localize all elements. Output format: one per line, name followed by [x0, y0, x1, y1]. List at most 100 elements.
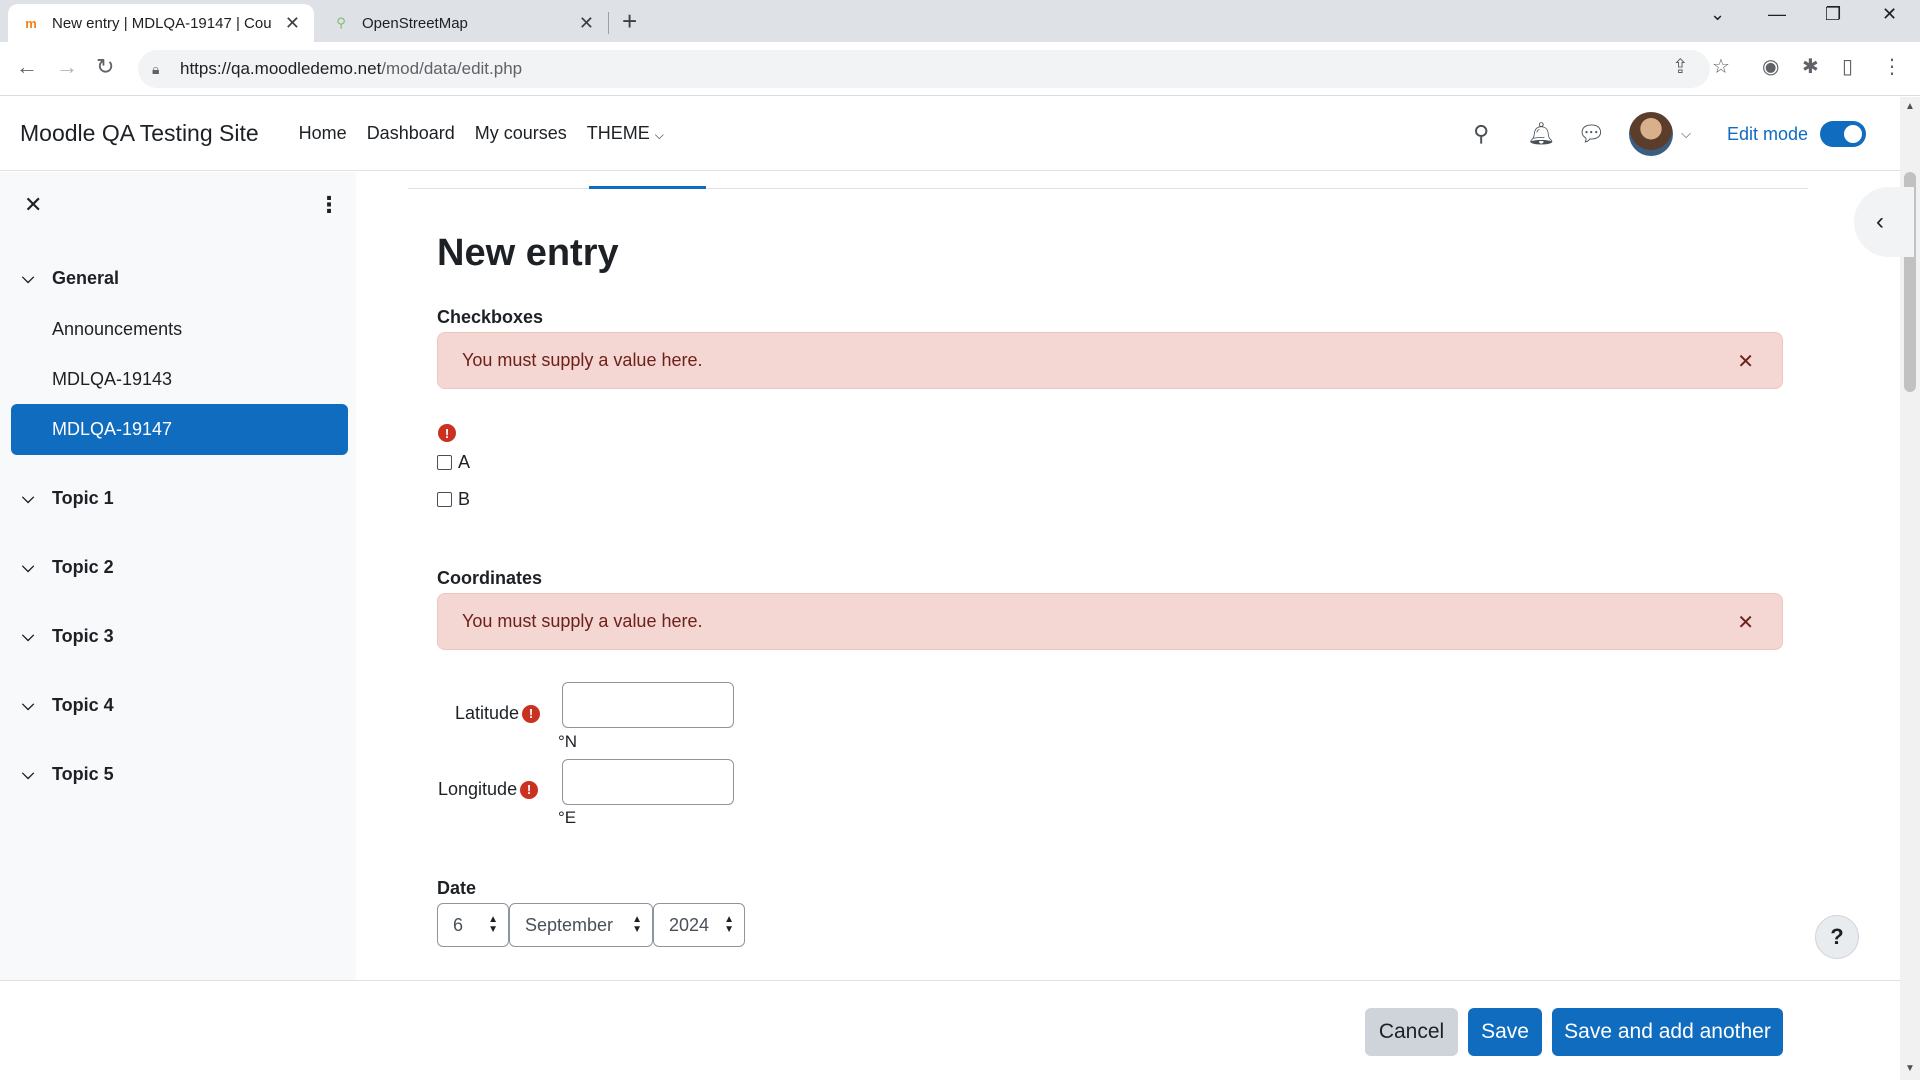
select-caret-icon: ▲ ▼	[488, 914, 498, 935]
latitude-input[interactable]	[562, 682, 734, 728]
course-item-mdlqa-19147[interactable]: MDLQA-19147	[11, 404, 348, 455]
course-item-mdlqa-19143[interactable]: MDLQA-19143	[52, 369, 172, 390]
lock-icon: 🔒︎	[152, 60, 160, 77]
section-topic-3[interactable]: ⌵ Topic 3	[22, 626, 114, 647]
section-topic-5[interactable]: ⌵ Topic 5	[22, 764, 114, 785]
edit-mode-toggle[interactable]	[1820, 121, 1866, 147]
chevron-down-icon: ⌵	[22, 696, 35, 714]
page-title: New entry	[437, 232, 619, 274]
primary-navigation: Home Dashboard My courses THEME ⌵	[299, 123, 664, 144]
browser-menu-icon[interactable]: ⋮	[1882, 54, 1902, 79]
url-path: /mod/data/edit.php	[381, 59, 523, 78]
alert-message: You must supply a value here.	[462, 611, 703, 631]
messages-icon[interactable]: 💬︎	[1577, 121, 1605, 147]
longitude-input[interactable]	[562, 759, 734, 805]
user-menu-chevron-icon[interactable]: ⌵	[1681, 126, 1691, 142]
chevron-left-icon: ‹	[1876, 208, 1884, 235]
coordinates-error-alert: You must supply a value here. ✕	[437, 593, 1783, 650]
url-host: https://qa.moodledemo.net	[180, 59, 382, 78]
course-item-announcements[interactable]: Announcements	[52, 319, 182, 340]
section-topic-2[interactable]: ⌵ Topic 2	[22, 557, 114, 578]
help-icon: ?	[1830, 924, 1844, 949]
chevron-down-icon: ⌵	[22, 765, 35, 783]
section-label: Topic 4	[52, 695, 114, 715]
dismiss-alert-icon[interactable]: ✕	[1737, 610, 1754, 635]
checkbox-b[interactable]	[437, 492, 452, 507]
back-icon[interactable]: ←	[16, 54, 38, 80]
user-avatar[interactable]	[1629, 112, 1674, 156]
section-label: General	[52, 268, 120, 288]
nav-theme[interactable]: THEME ⌵	[587, 123, 664, 144]
course-index-drawer: ✕ ⋮ ⌵ General Announcements MDLQA-19143 …	[0, 172, 356, 980]
required-error-icon: !	[522, 704, 541, 723]
section-label: Topic 1	[52, 488, 114, 508]
chevron-down-icon: ⌵	[22, 489, 35, 507]
date-day-select[interactable]: 6 ▲ ▼	[437, 903, 509, 947]
edit-mode-label: Edit mode	[1726, 123, 1808, 144]
chevron-down-icon: ⌵	[22, 269, 35, 287]
dismiss-alert-icon[interactable]: ✕	[1737, 349, 1754, 374]
select-caret-icon: ▲ ▼	[632, 914, 642, 935]
scroll-down-arrow-icon[interactable]: ▼	[1905, 1063, 1915, 1074]
bookmark-star-icon[interactable]: ☆	[1712, 54, 1730, 79]
extension-badge-icon[interactable]: ◉	[1762, 54, 1779, 79]
close-tab-icon[interactable]: ✕	[579, 13, 594, 34]
more-options-icon[interactable]: ⋮	[318, 192, 340, 218]
nav-dashboard[interactable]: Dashboard	[367, 123, 455, 144]
browser-tab-openstreetmap[interactable]: ⚲ OpenStreetMap ✕	[318, 4, 608, 42]
maximize-icon[interactable]: ❐	[1825, 4, 1841, 25]
latitude-unit: °N	[558, 732, 578, 751]
open-block-drawer-button[interactable]: ‹	[1854, 187, 1914, 257]
section-topic-1[interactable]: ⌵ Topic 1	[22, 488, 114, 509]
tab-separator	[608, 12, 609, 34]
search-icon[interactable]: ⚲	[1473, 121, 1489, 147]
checkboxes-label: Checkboxes	[437, 307, 544, 327]
date-year-select[interactable]: 2024 ▲ ▼	[653, 903, 745, 947]
tab-title: New entry | MDLQA-19147 | Cou	[52, 14, 272, 32]
forward-icon[interactable]: →	[56, 54, 78, 80]
osm-favicon-icon: ⚲	[336, 15, 346, 30]
chevron-down-icon: ⌵	[22, 558, 35, 576]
share-icon[interactable]: ⇪	[1672, 54, 1689, 79]
moodle-navbar: Moodle QA Testing Site Home Dashboard My…	[0, 97, 1900, 171]
checkbox-option-b[interactable]: B	[437, 489, 470, 510]
save-button[interactable]: Save	[1468, 1008, 1542, 1056]
close-window-icon[interactable]: ✕	[1882, 4, 1897, 25]
longitude-label-text: Longitude	[438, 779, 518, 799]
address-bar[interactable]: 🔒︎ https://qa.moodledemo.net/mod/data/ed…	[138, 50, 1710, 88]
checkbox-a-label: A	[458, 452, 471, 472]
checkboxes-error-alert: You must supply a value here. ✕	[437, 332, 1783, 389]
checkbox-a[interactable]	[437, 455, 452, 470]
browser-tabbar: m New entry | MDLQA-19147 | Cou ✕ ⚲ Open…	[0, 0, 1920, 42]
browser-tab-active[interactable]: m New entry | MDLQA-19147 | Cou ✕	[8, 4, 314, 42]
main-content: ‹ New entry Checkboxes You must supply a…	[356, 172, 1914, 980]
chevron-down-icon: ⌵	[22, 627, 35, 645]
close-tab-icon[interactable]: ✕	[285, 13, 300, 34]
nav-my-courses[interactable]: My courses	[475, 123, 567, 144]
chevron-down-icon: ⌵	[654, 128, 664, 142]
sticky-footer: Cancel Save Save and add another	[0, 980, 1900, 1080]
save-and-add-another-button[interactable]: Save and add another	[1552, 1008, 1783, 1056]
secondary-nav-active-indicator	[589, 186, 706, 189]
help-button[interactable]: ?	[1815, 915, 1859, 959]
notifications-bell-icon[interactable]: 🔔︎	[1527, 121, 1555, 147]
nav-home[interactable]: Home	[299, 123, 347, 144]
side-panel-icon[interactable]: ▯	[1842, 54, 1853, 79]
reload-icon[interactable]: ↻	[96, 54, 114, 80]
longitude-label: Longitude !	[438, 779, 539, 800]
checkbox-option-a[interactable]: A	[437, 452, 470, 473]
site-brand[interactable]: Moodle QA Testing Site	[20, 120, 259, 147]
section-topic-4[interactable]: ⌵ Topic 4	[22, 695, 114, 716]
longitude-unit: °E	[558, 808, 577, 827]
extensions-puzzle-icon[interactable]: ✱	[1802, 54, 1819, 79]
date-month-select[interactable]: September ▲ ▼	[509, 903, 653, 947]
scroll-up-arrow-icon[interactable]: ▲	[1905, 101, 1915, 112]
section-general[interactable]: ⌵ General	[22, 268, 119, 289]
select-caret-icon: ▲ ▼	[724, 914, 734, 935]
minimize-icon[interactable]: —	[1768, 4, 1786, 25]
tab-search-icon[interactable]: ⌄	[1710, 4, 1725, 25]
new-tab-icon[interactable]: +	[622, 6, 637, 37]
close-drawer-icon[interactable]: ✕	[24, 192, 42, 218]
cancel-button[interactable]: Cancel	[1365, 1008, 1458, 1056]
date-year-value: 2024	[669, 914, 710, 935]
